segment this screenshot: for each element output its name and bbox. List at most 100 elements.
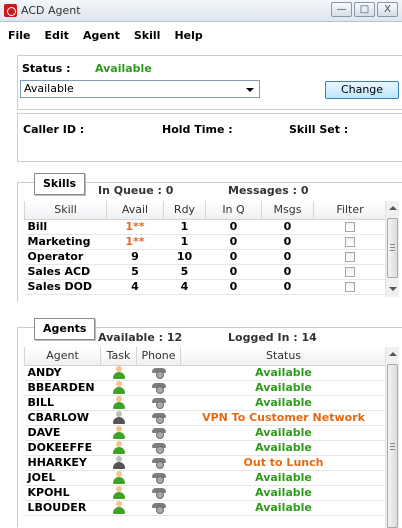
skill-row[interactable]: Bill 1** 1 0 0: [24, 219, 387, 235]
agent-row[interactable]: LBOUDER Available: [24, 500, 387, 516]
agent-row[interactable]: JOEL Available: [24, 470, 387, 486]
skill-row[interactable]: Sales ACD 5 5 0 0: [24, 264, 387, 280]
agent-phone: [136, 395, 181, 411]
menu-edit[interactable]: Edit: [36, 27, 74, 45]
agent-status: Available: [180, 470, 387, 486]
agent-task: [100, 470, 137, 486]
skill-name: Sales DOD: [24, 279, 107, 295]
skill-filter-cell: [313, 264, 387, 280]
agents-table: Agent Task Phone Status ANDY Available B…: [24, 347, 387, 516]
menu-agent[interactable]: Agent: [74, 27, 125, 45]
skill-row[interactable]: Operator 9 10 0 0: [24, 249, 387, 265]
column-header-skill[interactable]: Skill: [24, 201, 107, 220]
skill-avail: 1**: [106, 234, 164, 250]
app-icon: [4, 4, 17, 17]
status-value: Available: [95, 62, 152, 75]
agents-scrollbar[interactable]: [385, 347, 399, 528]
phone-icon: [151, 428, 166, 439]
close-button[interactable]: X: [377, 2, 398, 17]
agent-name: HHARKEY: [24, 455, 101, 471]
agent-task: [100, 410, 137, 426]
agent-name: KPOHL: [24, 485, 101, 501]
column-header-avail[interactable]: Avail: [106, 201, 164, 220]
skills-scrollbar[interactable]: [385, 201, 399, 297]
agent-task: [100, 380, 137, 396]
scroll-thumb[interactable]: [387, 364, 398, 528]
scroll-up-arrow-icon[interactable]: [389, 206, 397, 210]
scroll-thumb[interactable]: [387, 218, 398, 278]
skill-row[interactable]: Sales DOD 4 4 0 0: [24, 279, 387, 295]
agent-status: Out to Lunch: [180, 455, 387, 471]
skills-tab[interactable]: Skills: [34, 173, 86, 195]
phone-icon: [151, 383, 166, 394]
person-green-icon: [112, 381, 126, 394]
agent-task: [100, 485, 137, 501]
agent-task: [100, 365, 137, 381]
phone-icon: [151, 443, 166, 454]
agent-name: BILL: [24, 395, 101, 411]
available-count: Available : 12: [98, 331, 183, 344]
skill-name: Marketing: [24, 234, 107, 250]
messages-count: Messages : 0: [228, 184, 309, 197]
agent-row[interactable]: DAVE Available: [24, 425, 387, 441]
caller-id-label: Caller ID :: [23, 123, 85, 136]
filter-checkbox[interactable]: [345, 267, 355, 277]
column-header-filter[interactable]: Filter: [313, 201, 387, 220]
skill-filter-cell: [313, 279, 387, 295]
filter-checkbox[interactable]: [345, 282, 355, 292]
agent-phone: [136, 425, 181, 441]
minimize-button[interactable]: —: [331, 2, 352, 17]
agent-task: [100, 455, 137, 471]
agent-row[interactable]: HHARKEY Out to Lunch: [24, 455, 387, 471]
phone-icon: [151, 488, 166, 499]
agent-row[interactable]: KPOHL Available: [24, 485, 387, 501]
window-title: ACD Agent: [21, 4, 81, 17]
scroll-up-arrow-icon[interactable]: [389, 352, 397, 356]
agent-phone: [136, 500, 181, 516]
skill-set-label: Skill Set :: [289, 123, 349, 136]
person-dark-icon: [112, 456, 126, 469]
skill-name: Bill: [24, 219, 107, 235]
agent-row[interactable]: BBEARDEN Available: [24, 380, 387, 396]
status-label: Status :: [22, 62, 71, 75]
agent-name: JOEL: [24, 470, 101, 486]
menu-help[interactable]: Help: [165, 27, 207, 45]
agent-row[interactable]: BILL Available: [24, 395, 387, 411]
agents-group: Agents Available : 12 Logged In : 14 Age…: [17, 318, 402, 528]
filter-checkbox[interactable]: [345, 222, 355, 232]
skill-msgs: 0: [261, 219, 314, 235]
agent-name: CBARLOW: [24, 410, 101, 426]
column-header-task[interactable]: Task: [100, 347, 137, 366]
filter-checkbox[interactable]: [345, 252, 355, 262]
status-dropdown[interactable]: Available: [20, 80, 260, 98]
chevron-down-icon[interactable]: [246, 88, 254, 92]
person-green-icon: [112, 441, 126, 454]
filter-checkbox[interactable]: [345, 237, 355, 247]
agent-row[interactable]: CBARLOW VPN To Customer Network: [24, 410, 387, 426]
skill-rdy: 4: [163, 279, 206, 295]
column-header-status[interactable]: Status: [180, 347, 387, 366]
skill-row[interactable]: Marketing 1** 1 0 0: [24, 234, 387, 250]
column-header-phone[interactable]: Phone: [136, 347, 181, 366]
column-header-agent[interactable]: Agent: [24, 347, 101, 366]
skill-avail: 1**: [106, 219, 164, 235]
agent-row[interactable]: DOKEEFFE Available: [24, 440, 387, 456]
maximize-button[interactable]: □: [354, 2, 375, 17]
caller-info-panel: Caller ID : Hold Time : Skill Set :: [17, 113, 402, 162]
agent-task: [100, 440, 137, 456]
skill-rdy: 1: [163, 234, 206, 250]
menu-skill[interactable]: Skill: [125, 27, 166, 45]
menu-file[interactable]: File: [0, 27, 36, 45]
agent-status: Available: [180, 380, 387, 396]
change-button[interactable]: Change: [325, 81, 399, 99]
skill-msgs: 0: [261, 249, 314, 265]
column-header-rdy[interactable]: Rdy: [163, 201, 206, 220]
agents-tab[interactable]: Agents: [34, 318, 96, 340]
scroll-down-arrow-icon[interactable]: [389, 287, 397, 291]
agent-status: VPN To Customer Network: [180, 410, 387, 426]
column-header-in-q[interactable]: In Q: [205, 201, 262, 220]
column-header-msgs[interactable]: Msgs: [261, 201, 314, 220]
agent-row[interactable]: ANDY Available: [24, 365, 387, 381]
agent-phone: [136, 440, 181, 456]
skill-msgs: 0: [261, 234, 314, 250]
